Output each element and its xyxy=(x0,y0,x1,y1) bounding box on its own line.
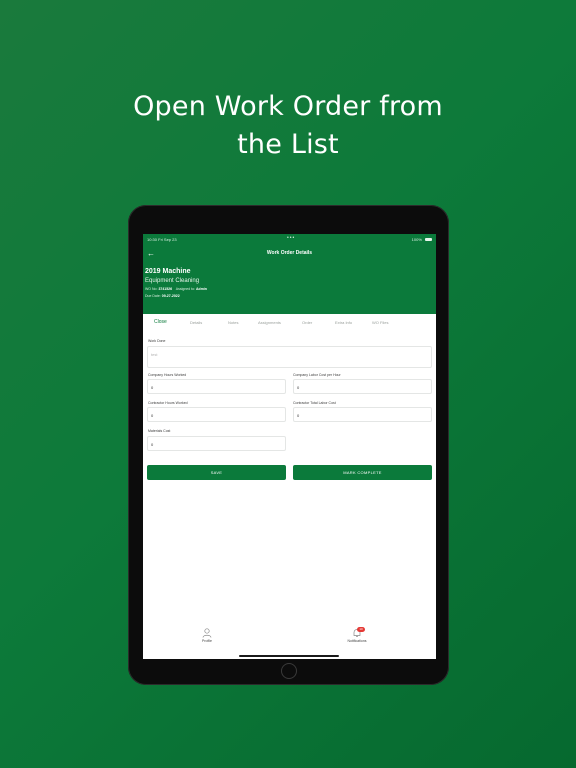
headline-line-1: Open Work Order from xyxy=(133,91,443,122)
tab-close[interactable]: Close xyxy=(154,319,167,325)
work-order-subtitle: Equipment Cleaning xyxy=(145,278,200,284)
contractor-labor-cost-label: Contractor Total Labor Cost xyxy=(293,401,336,405)
company-hours-input[interactable]: 0 xyxy=(147,379,286,394)
status-dots: ••• xyxy=(287,235,296,241)
work-done-input[interactable]: test xyxy=(147,346,432,368)
company-labor-cost-label: Company Labor Cost per Hour xyxy=(293,373,341,377)
tab-assignments[interactable]: Assignments xyxy=(258,320,281,325)
bottom-nav: Profile 10 Notifications xyxy=(143,624,436,659)
wo-no-label: WO No: xyxy=(145,287,158,291)
nav-profile[interactable]: Profile xyxy=(195,628,219,643)
tab-extra-info[interactable]: Extra Info xyxy=(335,320,352,325)
due-date-label: Due Date: xyxy=(145,294,161,298)
nav-notifications-label: Notifications xyxy=(347,639,367,643)
nav-profile-label: Profile xyxy=(202,639,212,643)
due-date-value: 09-27-2022 xyxy=(161,294,180,298)
tablet-home-button xyxy=(281,663,297,679)
contractor-hours-input[interactable]: 0 xyxy=(147,407,286,422)
save-button[interactable]: SAVE xyxy=(147,465,286,480)
nav-notifications[interactable]: 10 Notifications xyxy=(343,627,371,643)
notifications-badge: 10 xyxy=(357,627,365,632)
contractor-labor-cost-input[interactable]: 0 xyxy=(293,407,432,422)
mark-complete-button[interactable]: MARK COMPLETE xyxy=(293,465,432,480)
battery-percent: 100% xyxy=(411,237,422,242)
work-order-due: Due Date: 09-27-2022 xyxy=(145,294,180,298)
headline-line-2: the List xyxy=(237,129,339,160)
company-labor-cost-input[interactable]: 0 xyxy=(293,379,432,394)
wo-no-value: 3741526 xyxy=(158,287,173,291)
work-done-label: Work Done xyxy=(148,339,166,343)
tab-wo-files[interactable]: WO Files xyxy=(372,320,388,325)
status-battery: 100% xyxy=(412,237,432,242)
materials-cost-label: Materials Cost xyxy=(148,429,171,433)
app-header: 10:30 Fri Sep 23 ••• 100% ← Work Order D… xyxy=(143,234,436,314)
page-title: Work Order Details xyxy=(266,250,313,256)
tab-order[interactable]: Order xyxy=(302,320,312,325)
tab-bar: Close Details Notes Assignments Order Ex… xyxy=(143,319,436,328)
tab-details[interactable]: Details xyxy=(190,320,202,325)
home-indicator xyxy=(239,655,339,657)
status-bar: 10:30 Fri Sep 23 ••• 100% xyxy=(147,235,432,245)
assigned-value: Admin xyxy=(196,287,207,291)
company-hours-label: Company Hours Worked xyxy=(148,373,187,377)
app-screen: 10:30 Fri Sep 23 ••• 100% ← Work Order D… xyxy=(143,234,436,659)
battery-icon xyxy=(425,238,432,242)
work-order-title: 2019 Machine xyxy=(145,268,191,275)
promo-headline: Open Work Order from the List xyxy=(0,88,576,164)
materials-cost-input[interactable]: 0 xyxy=(147,436,286,451)
contractor-hours-label: Contractor Hours Worked xyxy=(148,401,188,405)
assigned-label: Assigned to: xyxy=(175,287,196,291)
tab-notes[interactable]: Notes xyxy=(228,320,238,325)
work-order-meta: WO No: 3741526 Assigned to: Admin xyxy=(145,287,207,291)
profile-icon xyxy=(202,628,212,638)
status-time: 10:30 Fri Sep 23 xyxy=(147,237,177,242)
